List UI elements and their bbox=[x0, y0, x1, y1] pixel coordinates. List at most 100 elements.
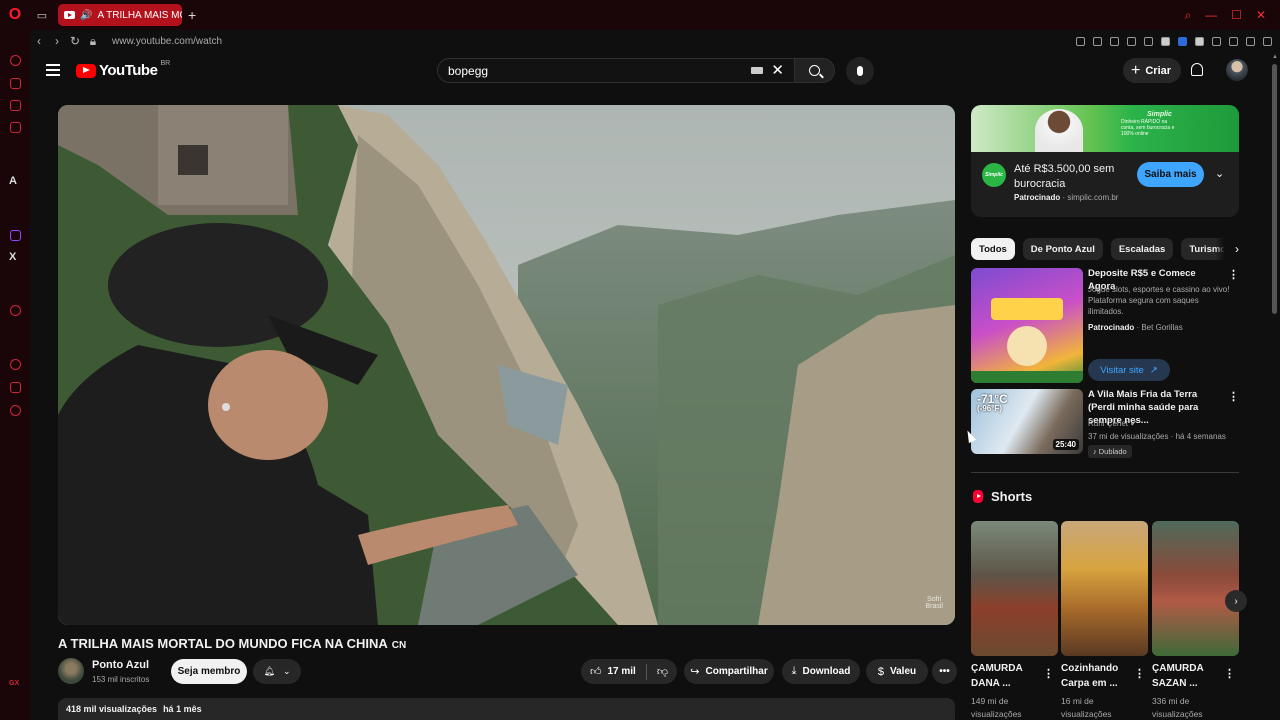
sidebar-bag-icon[interactable] bbox=[10, 78, 21, 89]
maximize-button[interactable]: ☐ bbox=[1231, 8, 1242, 23]
scroll-up-arrow-icon[interactable]: ▲ bbox=[1272, 54, 1278, 60]
heart-icon[interactable] bbox=[1144, 36, 1153, 46]
ad-banner-image[interactable]: Simplic Dinheiro RÁPIDO na conta, sem bu… bbox=[971, 105, 1239, 152]
voice-search-button[interactable] bbox=[846, 57, 874, 85]
clear-search-icon[interactable]: ✕ bbox=[771, 63, 784, 78]
short-title-1[interactable]: ÇAMURDA DANA ... bbox=[971, 662, 1043, 691]
like-dislike-group: 👍︎ 17 mil 👎︎ bbox=[581, 659, 677, 684]
watermark-line-2: Brasil bbox=[925, 603, 943, 611]
hamburger-menu-icon[interactable] bbox=[46, 64, 60, 76]
snapshot-icon[interactable] bbox=[1093, 36, 1102, 46]
search-button[interactable] bbox=[795, 58, 835, 83]
ad-logo[interactable]: Simplic bbox=[982, 163, 1006, 187]
speaker-icon[interactable]: 🔊 bbox=[80, 10, 92, 21]
sidebar-twitch-icon[interactable] bbox=[10, 230, 21, 241]
short-title-2[interactable]: Cozinhando Carpa em ... bbox=[1061, 662, 1133, 691]
ad-sponsored-label: Patrocinado bbox=[1014, 193, 1061, 202]
player-icon[interactable] bbox=[1127, 36, 1136, 46]
channel-name[interactable]: Ponto Azul bbox=[92, 659, 149, 671]
video-player[interactable]: Sofri Brasil bbox=[58, 105, 955, 625]
ad-person-image bbox=[1035, 109, 1083, 152]
close-window-button[interactable]: ✕ bbox=[1256, 8, 1266, 23]
opera-logo-icon[interactable]: O bbox=[0, 0, 30, 30]
ad-learn-more-button[interactable]: Saiba mais bbox=[1137, 162, 1204, 187]
chip-all[interactable]: Todos bbox=[971, 238, 1015, 260]
more-actions-button[interactable]: ••• bbox=[932, 659, 957, 684]
extension-blue-icon[interactable] bbox=[1178, 36, 1187, 46]
thanks-button[interactable]: $ Valeu bbox=[866, 659, 928, 684]
forward-button[interactable]: › bbox=[48, 34, 66, 48]
short-thumbnail-3[interactable] bbox=[1152, 521, 1239, 656]
sidebar-extensions-icon[interactable] bbox=[10, 382, 21, 393]
browser-tab-bar: O ▭ 🔊 A TRILHA MAIS MORT + ⌕ — ☐ ✕ bbox=[0, 0, 1280, 30]
short-title-3[interactable]: ÇAMURDA SAZAN ... bbox=[1152, 662, 1224, 691]
thanks-icon: $ bbox=[877, 665, 884, 678]
tab-overview-icon[interactable]: ▭ bbox=[32, 5, 52, 25]
reload-button[interactable]: ↻ bbox=[66, 34, 84, 48]
short-more-icon-1[interactable]: ⋮ bbox=[1043, 667, 1054, 680]
chips-next-chevron-icon[interactable]: › bbox=[1215, 238, 1239, 260]
short-more-icon-2[interactable]: ⋮ bbox=[1134, 667, 1145, 680]
short-more-icon-3[interactable]: ⋮ bbox=[1224, 667, 1235, 680]
puzzle-icon[interactable] bbox=[1229, 36, 1238, 46]
lock-icon[interactable]: 🔒︎ bbox=[84, 34, 102, 49]
sidebar-speed-dial-icon[interactable] bbox=[10, 55, 21, 66]
browser-tab-active[interactable]: 🔊 A TRILHA MAIS MORT bbox=[58, 4, 182, 26]
subscription-bell-button[interactable]: 🔔︎ ⌄ bbox=[253, 659, 301, 684]
dislike-icon[interactable]: 👎︎ bbox=[657, 665, 668, 678]
sidebar-history-icon[interactable] bbox=[10, 359, 21, 370]
sidebar-settings-icon[interactable] bbox=[10, 405, 21, 416]
url-field[interactable]: www.youtube.com/watch bbox=[112, 36, 222, 47]
sidebar-gx-icon[interactable]: GX bbox=[9, 680, 19, 687]
sidebar-player-icon[interactable] bbox=[10, 305, 21, 316]
rec-more-icon-2[interactable]: ⋮ bbox=[1228, 390, 1239, 403]
scroll-thumb[interactable] bbox=[1272, 64, 1277, 314]
video-thumbnail-2[interactable]: -71°C (-96°F) 25:40 bbox=[971, 389, 1083, 454]
rec-more-icon-1[interactable]: ⋮ bbox=[1228, 268, 1239, 281]
ad-expand-chevron-icon[interactable]: ⌄ bbox=[1215, 167, 1224, 180]
keyboard-icon[interactable] bbox=[751, 67, 764, 74]
download-button[interactable]: ⤓ Download bbox=[782, 659, 860, 684]
chip-from-channel[interactable]: De Ponto Azul bbox=[1022, 238, 1103, 260]
share-button[interactable]: ↪ Compartilhar bbox=[684, 659, 774, 684]
sidebar-messenger-icon[interactable] bbox=[10, 100, 21, 111]
ad-card[interactable]: Simplic Dinheiro RÁPIDO na conta, sem bu… bbox=[971, 105, 1239, 217]
download-icon[interactable] bbox=[1246, 36, 1255, 46]
youtube-logo[interactable]: YouTube BR bbox=[76, 60, 170, 79]
sidebar-mail-icon[interactable] bbox=[10, 122, 21, 133]
share-icon: ↪ bbox=[690, 666, 700, 678]
channel-avatar[interactable] bbox=[58, 658, 84, 684]
new-tab-button[interactable]: + bbox=[188, 7, 196, 23]
search-tabs-icon[interactable]: ⌕ bbox=[1184, 8, 1191, 23]
extension-icon[interactable] bbox=[1161, 36, 1170, 46]
bookmark-icon[interactable] bbox=[1076, 36, 1085, 46]
like-divider bbox=[645, 663, 647, 680]
short-thumbnail-2[interactable] bbox=[1061, 521, 1148, 656]
back-button[interactable]: ‹ bbox=[30, 34, 48, 48]
user-avatar[interactable] bbox=[1226, 59, 1248, 81]
filter-chips: Todos De Ponto Azul Escaladas Turismo bbox=[971, 238, 1239, 260]
page-scrollbar[interactable]: ▲ bbox=[1270, 52, 1280, 720]
shield-icon[interactable] bbox=[1110, 36, 1119, 46]
sidebar-x-icon[interactable]: X bbox=[9, 251, 16, 263]
like-icon[interactable]: 👍︎ bbox=[590, 665, 602, 678]
join-member-button[interactable]: Seja membro bbox=[171, 659, 247, 684]
shorts-next-chevron-icon[interactable]: › bbox=[1225, 590, 1247, 612]
shorts-header: Shorts bbox=[973, 489, 1032, 504]
extension-g-icon[interactable] bbox=[1195, 36, 1204, 46]
sidebar-aria-icon[interactable]: A bbox=[9, 175, 17, 187]
sponsored-thumbnail[interactable] bbox=[971, 268, 1083, 383]
notifications-bell-icon[interactable] bbox=[1191, 63, 1203, 76]
translate-icon[interactable] bbox=[1212, 36, 1221, 46]
create-button[interactable]: + Criar bbox=[1123, 58, 1182, 83]
like-count[interactable]: 17 mil bbox=[607, 666, 635, 677]
minimize-button[interactable]: — bbox=[1205, 8, 1217, 23]
rec-channel-2[interactable]: Ruhi Çenet ✔ bbox=[1088, 418, 1137, 429]
chip-climbing[interactable]: Escaladas bbox=[1110, 238, 1174, 260]
short-thumbnail-1[interactable] bbox=[971, 521, 1058, 656]
search-input[interactable]: bopegg ✕ bbox=[437, 58, 795, 83]
visit-site-button[interactable]: Visitar site ↗ bbox=[1088, 359, 1170, 381]
menu-icon[interactable] bbox=[1263, 36, 1272, 46]
description-box[interactable]: 418 mil visualizações há 1 mês bbox=[58, 698, 955, 720]
ad-title[interactable]: Até R$3.500,00 sem burocracia bbox=[1014, 162, 1124, 192]
